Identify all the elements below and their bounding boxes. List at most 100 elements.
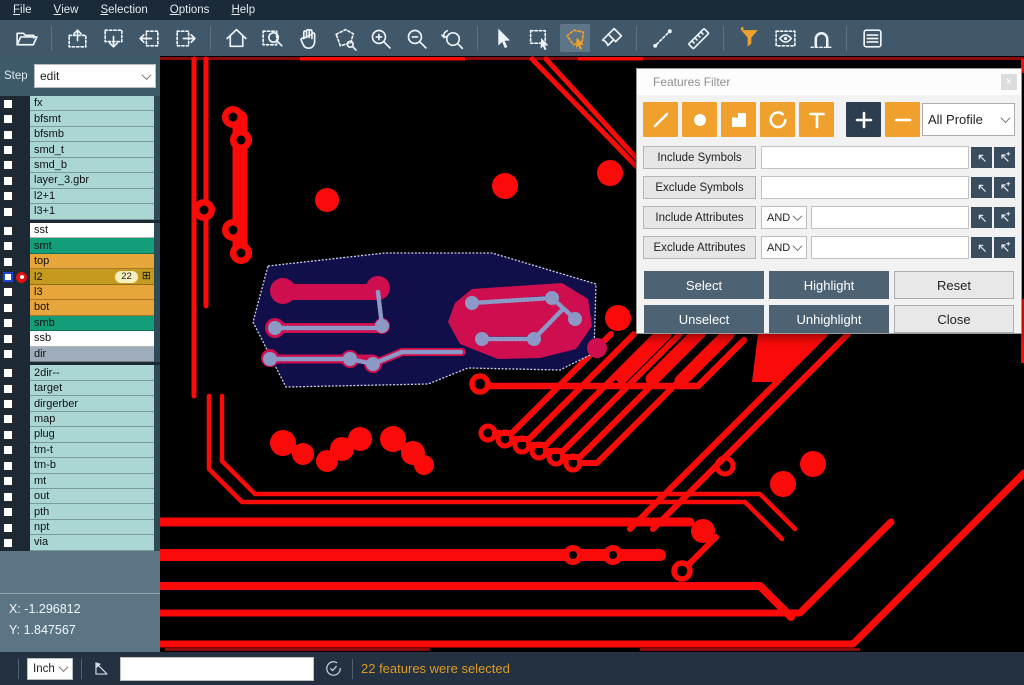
snap-magnet-button[interactable] bbox=[806, 24, 836, 52]
layer-checkbox[interactable] bbox=[3, 272, 13, 282]
menu-selection[interactable]: Selection bbox=[89, 0, 158, 20]
layer-checkbox[interactable] bbox=[3, 176, 13, 186]
layer-name[interactable]: l3 bbox=[30, 285, 154, 300]
layer-checkbox[interactable] bbox=[3, 241, 13, 251]
layer-row-dirgerber[interactable]: dirgerber bbox=[0, 396, 160, 411]
filter-row-label-button[interactable]: Exclude Symbols bbox=[643, 176, 756, 199]
layer-name[interactable]: layer_3.gbr bbox=[30, 173, 154, 188]
layer-checkbox[interactable] bbox=[3, 461, 13, 471]
layer-checkbox[interactable] bbox=[3, 349, 13, 359]
layer-checkbox[interactable] bbox=[3, 384, 13, 394]
pan-down-button[interactable] bbox=[98, 24, 128, 52]
filter-value-input[interactable] bbox=[811, 206, 969, 229]
layer-checkbox[interactable] bbox=[3, 287, 13, 297]
layer-row-smb[interactable]: smb bbox=[0, 316, 160, 331]
layer-name[interactable]: smb bbox=[30, 316, 154, 331]
layer-name[interactable]: l2+1 bbox=[30, 189, 154, 204]
layer-row-layer_3.gbr[interactable]: layer_3.gbr bbox=[0, 173, 160, 188]
and-or-select[interactable]: AND bbox=[761, 206, 807, 229]
show-box-button[interactable] bbox=[770, 24, 800, 52]
layer-checkbox[interactable] bbox=[3, 130, 13, 140]
layer-checkbox[interactable] bbox=[3, 145, 13, 155]
pan-left-button[interactable] bbox=[134, 24, 164, 52]
feat-line-toggle[interactable] bbox=[643, 102, 678, 137]
open-file-button[interactable] bbox=[11, 24, 41, 52]
layer-checkbox[interactable] bbox=[3, 523, 13, 533]
layer-row-top[interactable]: top bbox=[0, 254, 160, 269]
highlight-button[interactable]: Highlight bbox=[769, 271, 889, 299]
layer-name[interactable]: map bbox=[30, 412, 154, 427]
pick-from-canvas-button[interactable] bbox=[971, 207, 992, 228]
pick-add-from-canvas-button[interactable] bbox=[994, 147, 1015, 168]
layer-row-target[interactable]: target bbox=[0, 381, 160, 396]
remove-filter-button[interactable] bbox=[885, 102, 920, 137]
layer-row-smd_b[interactable]: smd_b bbox=[0, 158, 160, 173]
filter-row-label-button[interactable]: Exclude Attributes bbox=[643, 236, 756, 259]
pick-add-from-canvas-button[interactable] bbox=[994, 237, 1015, 258]
layer-row-smd_t[interactable]: smd_t bbox=[0, 142, 160, 157]
layer-name[interactable]: dir bbox=[30, 347, 154, 362]
layer-name[interactable]: dirgerber bbox=[30, 396, 154, 411]
layers-panel-button[interactable] bbox=[857, 24, 887, 52]
layer-row-bot[interactable]: bot bbox=[0, 300, 160, 315]
layer-name[interactable]: bfsmb bbox=[30, 127, 154, 142]
layer-checkbox[interactable] bbox=[3, 368, 13, 378]
layer-name[interactable]: tm-b bbox=[30, 458, 154, 473]
layer-row-l2[interactable]: l222⊞ bbox=[0, 269, 160, 284]
layer-row-ssb[interactable]: ssb bbox=[0, 331, 160, 346]
pick-add-from-canvas-button[interactable] bbox=[994, 177, 1015, 198]
layer-row-l3+1[interactable]: l3+1 bbox=[0, 204, 160, 219]
layer-name[interactable]: npt bbox=[30, 520, 154, 535]
pick-from-canvas-button[interactable] bbox=[971, 147, 992, 168]
layer-name[interactable]: fx bbox=[30, 96, 154, 111]
pan-right-button[interactable] bbox=[170, 24, 200, 52]
layer-name[interactable]: via bbox=[30, 535, 154, 550]
layer-checkbox[interactable] bbox=[3, 226, 13, 236]
add-filter-button[interactable] bbox=[846, 102, 881, 137]
grid-icon[interactable]: ⊞ bbox=[142, 271, 151, 282]
active-layer-indicator[interactable] bbox=[16, 272, 27, 283]
layer-name[interactable]: smd_b bbox=[30, 158, 154, 173]
menu-options[interactable]: Options bbox=[159, 0, 221, 20]
layer-checkbox[interactable] bbox=[3, 114, 13, 124]
layer-checkbox[interactable] bbox=[3, 191, 13, 201]
layer-row-npt[interactable]: npt bbox=[0, 520, 160, 535]
layer-name[interactable]: sst bbox=[30, 223, 154, 238]
select-arrow-button[interactable] bbox=[488, 24, 518, 52]
layer-name[interactable]: tm-t bbox=[30, 443, 154, 458]
zoom-previous-button[interactable] bbox=[437, 24, 467, 52]
filter-value-input[interactable] bbox=[811, 236, 969, 259]
pan-hand-button[interactable] bbox=[293, 24, 323, 52]
layer-checkbox[interactable] bbox=[3, 492, 13, 502]
layer-row-tm-b[interactable]: tm-b bbox=[0, 458, 160, 473]
layer-row-mt[interactable]: mt bbox=[0, 474, 160, 489]
filter-funnel-button[interactable] bbox=[734, 24, 764, 52]
pick-from-canvas-button[interactable] bbox=[971, 177, 992, 198]
layer-row-l2+1[interactable]: l2+1 bbox=[0, 189, 160, 204]
layer-row-fx[interactable]: fx bbox=[0, 96, 160, 111]
and-or-select[interactable]: AND bbox=[761, 236, 807, 259]
ruler-button[interactable] bbox=[683, 24, 713, 52]
layer-name[interactable]: bot bbox=[30, 300, 154, 315]
layer-name[interactable]: pth bbox=[30, 504, 154, 519]
layer-checkbox[interactable] bbox=[3, 430, 13, 440]
layer-name[interactable]: bfsmt bbox=[30, 111, 154, 126]
layer-name[interactable]: smt bbox=[30, 238, 154, 253]
pan-up-button[interactable] bbox=[62, 24, 92, 52]
layer-name[interactable]: smd_t bbox=[30, 142, 154, 157]
home-button[interactable] bbox=[221, 24, 251, 52]
unit-select[interactable]: Inch bbox=[27, 658, 73, 680]
corner-angle-icon[interactable] bbox=[90, 658, 112, 680]
layer-name[interactable]: l3+1 bbox=[30, 204, 154, 219]
step-select[interactable]: edit bbox=[34, 64, 156, 88]
layer-row-sst[interactable]: sst bbox=[0, 223, 160, 238]
profile-select[interactable]: All Profile bbox=[922, 103, 1015, 136]
layer-checkbox[interactable] bbox=[3, 507, 13, 517]
menu-view[interactable]: View bbox=[43, 0, 90, 20]
zoom-polygon-button[interactable] bbox=[329, 24, 359, 52]
layer-row-smt[interactable]: smt bbox=[0, 238, 160, 253]
reset-button[interactable]: Reset bbox=[894, 271, 1014, 299]
feat-surface-toggle[interactable] bbox=[721, 102, 756, 137]
filter-row-label-button[interactable]: Include Attributes bbox=[643, 206, 756, 229]
refresh-check-icon[interactable] bbox=[322, 658, 344, 680]
